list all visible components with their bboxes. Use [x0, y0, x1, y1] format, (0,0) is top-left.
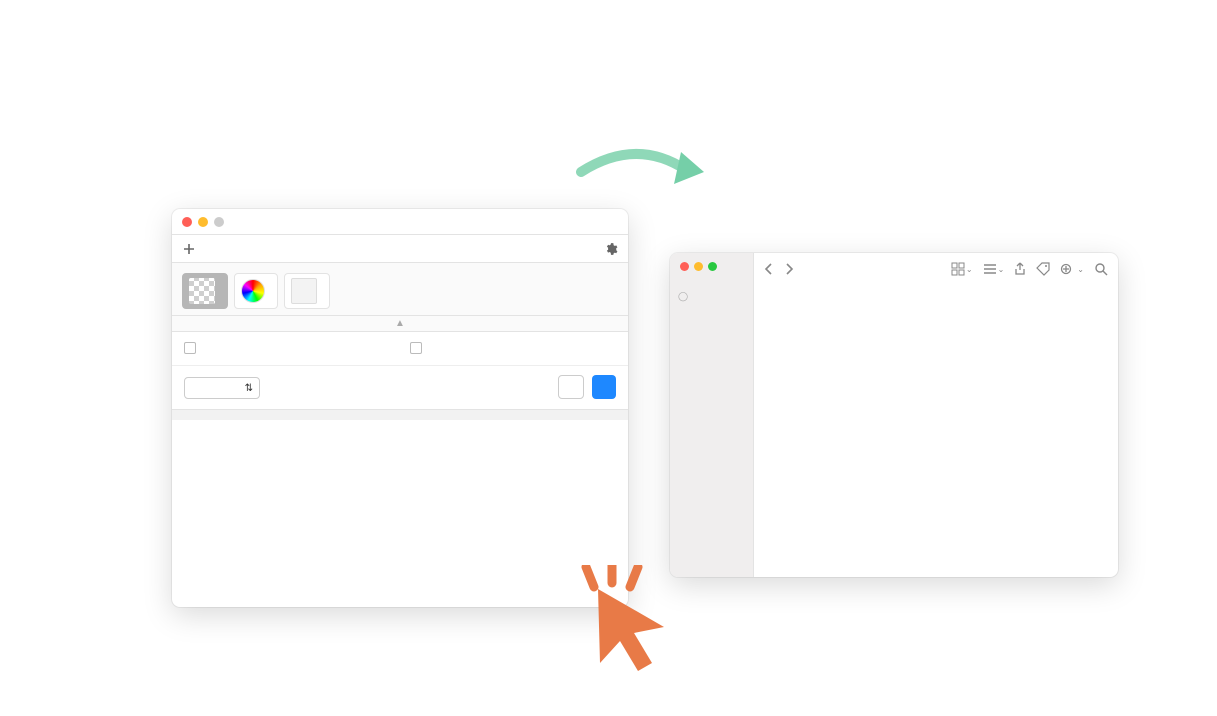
group-button[interactable]: ⌄: [983, 262, 1005, 276]
back-button[interactable]: [764, 263, 774, 275]
collapse-caret[interactable]: ▲: [172, 315, 628, 332]
drop-area-row[interactable]: [172, 235, 628, 263]
finder-toolbar: ⌄ ⌄ ⌄: [754, 253, 1118, 285]
action-button[interactable]: ⌄: [1060, 262, 1084, 276]
tag-button[interactable]: [1036, 262, 1050, 276]
add-shadow-checkbox[interactable]: [184, 342, 390, 354]
output-size-select[interactable]: ⇅: [184, 377, 260, 399]
click-cursor-graphic: [568, 565, 678, 675]
traffic-close[interactable]: [182, 217, 192, 227]
clear-list-button[interactable]: [558, 375, 584, 399]
window-titlebar: [172, 209, 628, 235]
gear-icon[interactable]: [604, 242, 618, 256]
option-colored-bg[interactable]: [234, 273, 278, 309]
option-transparent-bg[interactable]: [182, 273, 228, 309]
finder-sidebar: ◯: [670, 253, 754, 577]
view-icons-button[interactable]: ⌄: [951, 262, 973, 276]
removebg-window: ▲ ⇅: [172, 209, 628, 607]
traffic-minimize[interactable]: [198, 217, 208, 227]
option-design-template[interactable]: [284, 273, 330, 309]
chevron-updown-icon: ⇅: [245, 383, 253, 394]
arrow-illustration: [576, 142, 716, 202]
photoshop-file-checkbox[interactable]: [410, 342, 616, 354]
traffic-zoom[interactable]: [214, 217, 224, 227]
change-to-section: [172, 263, 628, 315]
share-button[interactable]: [1014, 262, 1026, 276]
finder-traffic-minimize[interactable]: [694, 262, 703, 271]
forward-button[interactable]: [784, 263, 794, 275]
finder-traffic-zoom[interactable]: [708, 262, 717, 271]
start-button[interactable]: [592, 375, 616, 399]
sidebar-all-tags[interactable]: ◯: [678, 291, 745, 302]
template-icon: [291, 278, 317, 304]
finder-file-grid: [754, 285, 1118, 297]
finder-traffic-close[interactable]: [680, 262, 689, 271]
color-wheel-icon: [241, 279, 265, 303]
finder-window: ◯ ⌄ ⌄ ⌄: [670, 253, 1118, 577]
search-button[interactable]: [1094, 262, 1108, 276]
plus-icon: [182, 242, 196, 256]
